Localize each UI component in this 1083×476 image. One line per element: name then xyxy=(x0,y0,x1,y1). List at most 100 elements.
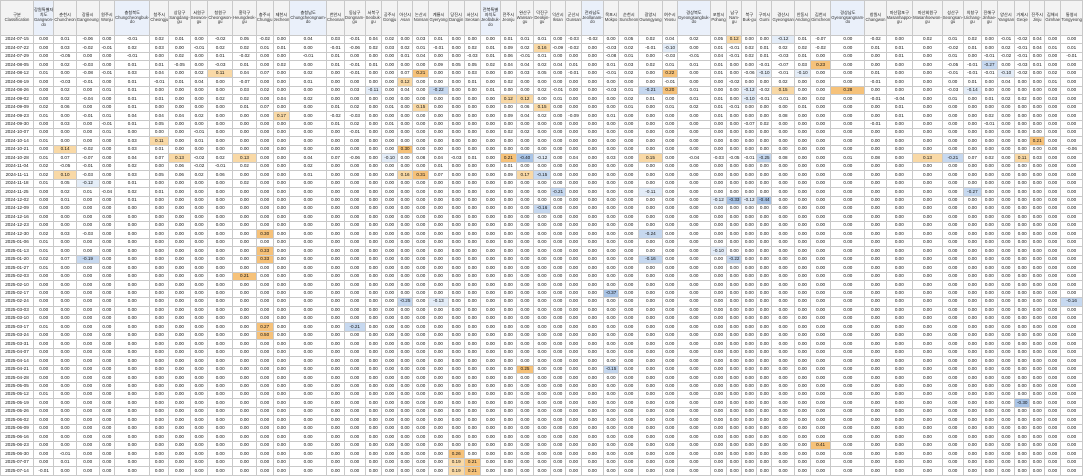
value-cell: 0.00 xyxy=(980,297,998,307)
value-cell: 0.00 xyxy=(98,406,116,417)
value-cell: 0.00 xyxy=(1060,440,1083,451)
value-cell: -0.12 xyxy=(741,85,758,96)
value-cell: 0.00 xyxy=(963,381,982,392)
value-cell: 0.00 xyxy=(756,381,773,392)
value-cell: 0.02 xyxy=(638,34,663,45)
value-cell: 0.00 xyxy=(980,356,998,366)
value-cell: 0.00 xyxy=(618,398,640,408)
value-cell: 0.00 xyxy=(397,246,414,256)
value-cell: 0.00 xyxy=(830,297,866,307)
table-row: 2024-08-05 0.00 0.02 -0.03 0.00 0.01 0.01 -0.05… xyxy=(0,60,1083,70)
value-cell: 0.00 xyxy=(726,449,743,459)
row-date: 2025-06-09 xyxy=(0,423,34,434)
value-cell: 0.00 xyxy=(549,390,566,400)
value-cell: 0.00 xyxy=(75,313,100,324)
value-cell: 0.02 xyxy=(515,43,535,53)
value-cell: 0.04 xyxy=(189,77,209,87)
value-cell: 0.00 xyxy=(756,170,773,180)
value-cell: 0.00 xyxy=(602,440,620,451)
value-cell: 0.00 xyxy=(272,271,291,282)
value-cell: 0.00 xyxy=(325,440,345,451)
value-cell: 0.00 xyxy=(364,136,383,146)
value-cell: 0.00 xyxy=(980,280,998,290)
value-cell: 0.00 xyxy=(864,313,887,324)
value-cell: 0.00 xyxy=(638,144,663,155)
value-cell: 0.00 xyxy=(677,381,711,392)
value-cell: 0.00 xyxy=(1029,406,1046,417)
value-cell: -0.06 xyxy=(75,34,100,45)
value-cell: 0.00 xyxy=(189,449,209,459)
value-cell: 0.00 xyxy=(325,161,345,172)
value-cell: 0.00 xyxy=(618,111,640,121)
value-cell: 0.00 xyxy=(638,280,663,290)
value-cell: 0.00 xyxy=(1044,127,1062,138)
value-cell: 0.00 xyxy=(325,187,345,197)
value-cell: 0.00 xyxy=(364,297,383,307)
value-cell: 0.00 xyxy=(980,415,998,425)
value-cell: 0.00 xyxy=(53,466,77,476)
value-cell: 0.00 xyxy=(364,178,383,189)
value-cell: 0.00 xyxy=(726,119,743,130)
value-cell: 0.00 xyxy=(810,313,832,324)
value-cell: 0.00 xyxy=(810,144,832,155)
value-cell: 0.00 xyxy=(864,111,887,121)
value-cell: 0.00 xyxy=(289,457,327,468)
value-cell: 0.00 xyxy=(793,119,812,130)
value-cell: 0.00 xyxy=(447,68,465,79)
value-cell: 0.00 xyxy=(397,237,414,248)
value-cell: 0.00 xyxy=(479,313,502,324)
value-cell: 0.00 xyxy=(810,170,832,180)
value-cell: 0.07 xyxy=(325,153,345,163)
value-cell: 0.00 xyxy=(515,297,535,307)
value-cell: 0.00 xyxy=(912,60,943,70)
value-cell: 0.00 xyxy=(75,356,100,366)
value-cell: 0.00 xyxy=(207,280,234,290)
value-cell: 0.02 xyxy=(771,77,795,87)
value-cell: 0.00 xyxy=(207,423,234,434)
value-cell: 0.00 xyxy=(463,102,481,113)
value-cell: 0.00 xyxy=(771,305,795,315)
value-cell: 0.00 xyxy=(289,102,327,113)
value-cell: 0.01 xyxy=(618,51,640,62)
value-cell: 0.00 xyxy=(709,330,728,341)
value-cell: 0.00 xyxy=(709,271,728,282)
column-header-en: Heungdeok-gu xyxy=(233,14,256,25)
value-cell: 0.13 xyxy=(912,153,943,163)
value-cell: 0.00 xyxy=(830,263,866,273)
value-cell: 0.00 xyxy=(709,356,728,366)
value-cell: 0.00 xyxy=(255,119,274,130)
value-cell: 0.00 xyxy=(189,440,209,451)
value-cell: 0.00 xyxy=(207,466,234,476)
value-cell: 0.00 xyxy=(381,449,399,459)
value-cell: 0.00 xyxy=(602,237,620,248)
value-cell: 0.00 xyxy=(996,356,1016,366)
value-cell: 0.00 xyxy=(168,246,191,256)
value-cell: 0.00 xyxy=(232,263,257,273)
value-cell: 0.00 xyxy=(500,136,517,146)
value-cell: -0.01 xyxy=(98,43,116,53)
value-cell: 0.00 xyxy=(428,449,449,459)
value-cell: 0.00 xyxy=(771,373,795,383)
value-cell: 0.00 xyxy=(1060,457,1083,468)
value-cell: 0.00 xyxy=(709,77,728,87)
value-cell: 0.00 xyxy=(75,204,100,214)
value-cell: -0.06 xyxy=(343,43,366,53)
value-cell: 0.01 xyxy=(479,51,502,62)
value-cell: 0.05 xyxy=(618,34,640,45)
value-cell: 0.00 xyxy=(114,432,151,442)
value-cell: 0.01 xyxy=(1044,43,1062,53)
value-cell: 0.00 xyxy=(1014,432,1031,442)
value-cell: -0.01 xyxy=(677,51,711,62)
value-cell: 0.00 xyxy=(343,94,366,104)
value-cell: 0.00 xyxy=(114,229,151,239)
value-cell: 0.00 xyxy=(709,347,728,358)
value-cell: 0.00 xyxy=(830,322,866,332)
value-cell: 0.00 xyxy=(1060,339,1083,349)
value-cell: 0.00 xyxy=(830,136,866,146)
value-cell: 0.00 xyxy=(810,390,832,400)
value-cell: 0.00 xyxy=(412,77,430,87)
value-cell: 0.00 xyxy=(364,356,383,366)
value-cell: 0.00 xyxy=(1044,364,1062,375)
value-cell: 0.00 xyxy=(941,161,965,172)
value-cell: 0.00 xyxy=(980,187,998,197)
